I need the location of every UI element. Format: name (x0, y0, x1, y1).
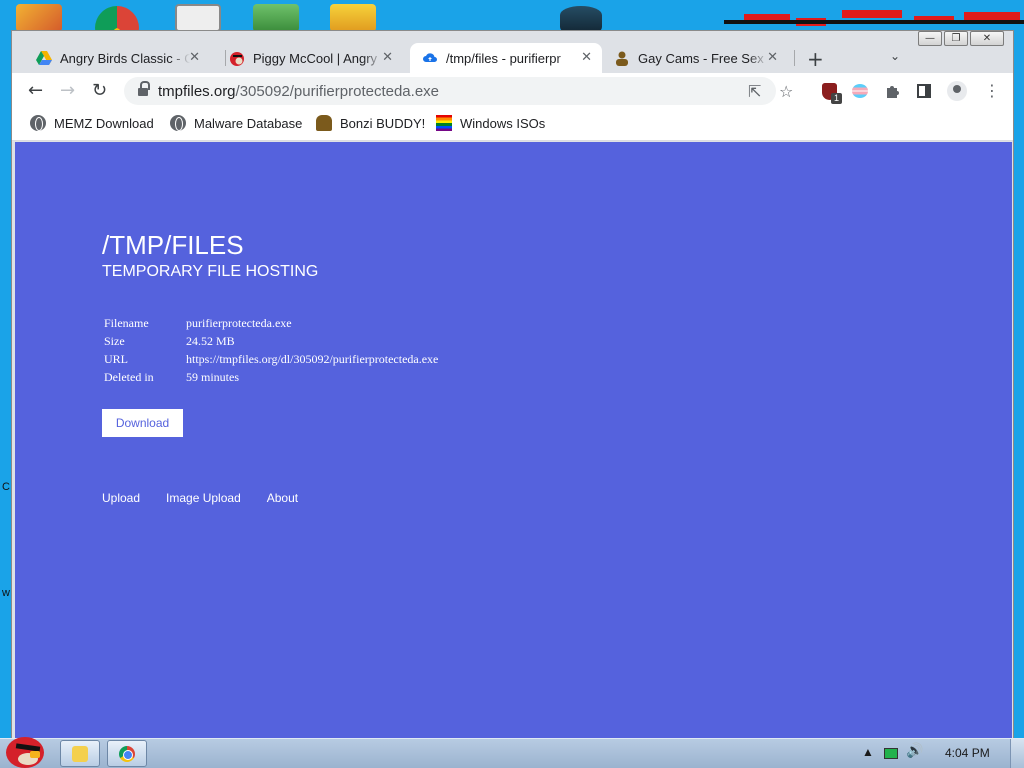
taskbar-explorer-button[interactable] (60, 740, 100, 767)
info-key: Filename (104, 316, 149, 330)
info-value: 24.52 MB (186, 334, 235, 348)
extensions-puzzle-icon[interactable] (885, 83, 901, 99)
desktop-icon-label: C (2, 481, 10, 493)
tab-close-icon[interactable]: ✕ (189, 50, 200, 65)
tab-title: Piggy McCool | Angry (253, 50, 378, 66)
page-subtitle: TEMPORARY FILE HOSTING (102, 263, 319, 280)
share-icon[interactable]: ⇱ (748, 82, 761, 101)
taskbar-clock[interactable]: 4:04 PM (945, 746, 990, 760)
rainbow-flag-icon (436, 115, 452, 131)
tab-title: /tmp/files - purifierpr (446, 50, 561, 66)
bookmarks-bar: MEMZ Download Malware Database Bonzi BUD… (12, 109, 1013, 141)
folder-icon (72, 746, 88, 762)
tab-piggy-mccool[interactable]: Piggy McCool | Angry ✕ (217, 43, 403, 73)
start-button-red-bird-icon[interactable] (0, 731, 48, 768)
desktop-app-icon[interactable] (16, 4, 62, 32)
tab-close-icon[interactable]: ✕ (382, 50, 393, 65)
address-bar[interactable]: tmpfiles.org/305092/purifierprotecteda.e… (124, 77, 793, 105)
file-info-table: Filename purifierprotecteda.exe Size 24.… (104, 316, 438, 388)
globe-icon (30, 115, 46, 131)
profile-avatar-icon[interactable] (947, 81, 967, 101)
forward-arrow-icon[interactable]: → (60, 80, 75, 101)
angry-birds-desktop-icon[interactable] (330, 4, 376, 32)
info-value-url[interactable]: https://tmpfiles.org/dl/305092/purifierp… (186, 352, 438, 370)
bookmark-star-icon[interactable]: ☆ (779, 82, 793, 101)
bookmark-label: Bonzi BUDDY! (340, 115, 426, 131)
tab-title: Gay Cams - Free Sex C (638, 50, 768, 66)
solitaire-desktop-icon[interactable] (175, 4, 221, 32)
chrome-icon (119, 746, 135, 762)
info-key: Deleted in (104, 370, 154, 384)
table-row: Deleted in 59 minutes (104, 370, 438, 388)
trans-flag-extension-icon[interactable] (852, 84, 868, 98)
tab-tmp-files[interactable]: /tmp/files - purifierpr ✕ (410, 43, 602, 73)
bookmark-label: MEMZ Download (54, 115, 154, 131)
reload-icon[interactable]: ↻ (92, 80, 107, 101)
tab-gay-cams[interactable]: Gay Cams - Free Sex C ✕ (602, 43, 788, 73)
table-row: URL https://tmpfiles.org/dl/305092/purif… (104, 352, 438, 370)
shield-desktop-icon[interactable] (253, 4, 299, 32)
bookmark-memz-download[interactable]: MEMZ Download (30, 115, 154, 131)
globe-icon (170, 115, 186, 131)
desktop-icon-label: w (2, 587, 10, 599)
taskbar-chrome-button[interactable] (107, 740, 147, 767)
page-title: /TMP/FILES (102, 230, 244, 260)
bookmark-windows-isos[interactable]: Windows ISOs (436, 115, 545, 131)
google-drive-icon (36, 51, 52, 65)
menu-kebab-icon[interactable]: ⋮ (984, 81, 1000, 100)
tab-close-icon[interactable]: ✕ (767, 50, 778, 65)
tab-close-icon[interactable]: ✕ (581, 50, 592, 65)
bookmark-label: Malware Database (194, 115, 303, 131)
lock-icon[interactable] (138, 81, 150, 97)
info-value: 59 minutes (186, 370, 239, 384)
tab-strip: Angry Birds Classic - G ✕ Piggy McCool |… (12, 43, 1013, 73)
side-panel-icon[interactable] (917, 84, 931, 98)
tab-search-chevron-icon[interactable]: ⌄ (890, 49, 900, 63)
volume-icon[interactable]: 🔊 (906, 743, 923, 759)
new-tab-button[interactable]: + (807, 47, 824, 71)
desktop-decoration (724, 0, 1024, 30)
red-bird-icon (230, 52, 244, 66)
tray-overflow-icon[interactable]: ▲ (862, 745, 874, 759)
page-content: /TMP/FILES TEMPORARY FILE HOSTING Filena… (15, 142, 1012, 741)
footer-nav: Upload Image Upload About (102, 491, 324, 505)
cloud-upload-icon (423, 53, 437, 62)
user-icon (616, 51, 628, 66)
upload-link[interactable]: Upload (102, 491, 140, 505)
bookmark-bonzi-buddy[interactable]: Bonzi BUDDY! (316, 115, 425, 131)
info-value: purifierprotecteda.exe (186, 316, 292, 330)
bonzi-icon (316, 115, 332, 131)
extension-badge: 1 (831, 93, 842, 104)
bookmark-label: Windows ISOs (460, 115, 546, 131)
info-key: URL (104, 352, 128, 366)
browser-toolbar: ← → ↻ tmpfiles.org/305092/purifierprotec… (12, 73, 1013, 109)
network-icon[interactable] (884, 748, 898, 759)
image-upload-link[interactable]: Image Upload (166, 491, 241, 505)
back-arrow-icon[interactable]: ← (28, 80, 43, 101)
about-link[interactable]: About (267, 491, 298, 505)
tab-angry-birds-classic[interactable]: Angry Birds Classic - G ✕ (24, 43, 210, 73)
url-text[interactable]: tmpfiles.org/305092/purifierprotecteda.e… (158, 83, 439, 100)
table-row: Size 24.52 MB (104, 334, 438, 352)
bookmark-malware-database[interactable]: Malware Database (170, 115, 302, 131)
table-row: Filename purifierprotecteda.exe (104, 316, 438, 334)
show-desktop-button[interactable] (1010, 739, 1024, 768)
download-button[interactable]: Download (102, 409, 183, 437)
info-key: Size (104, 334, 125, 348)
tab-separator (794, 50, 795, 66)
browser-window: — ❐ ✕ Angry Birds Classic - G ✕ Piggy Mc… (11, 30, 1014, 741)
tab-title: Angry Birds Classic - G (60, 50, 190, 66)
